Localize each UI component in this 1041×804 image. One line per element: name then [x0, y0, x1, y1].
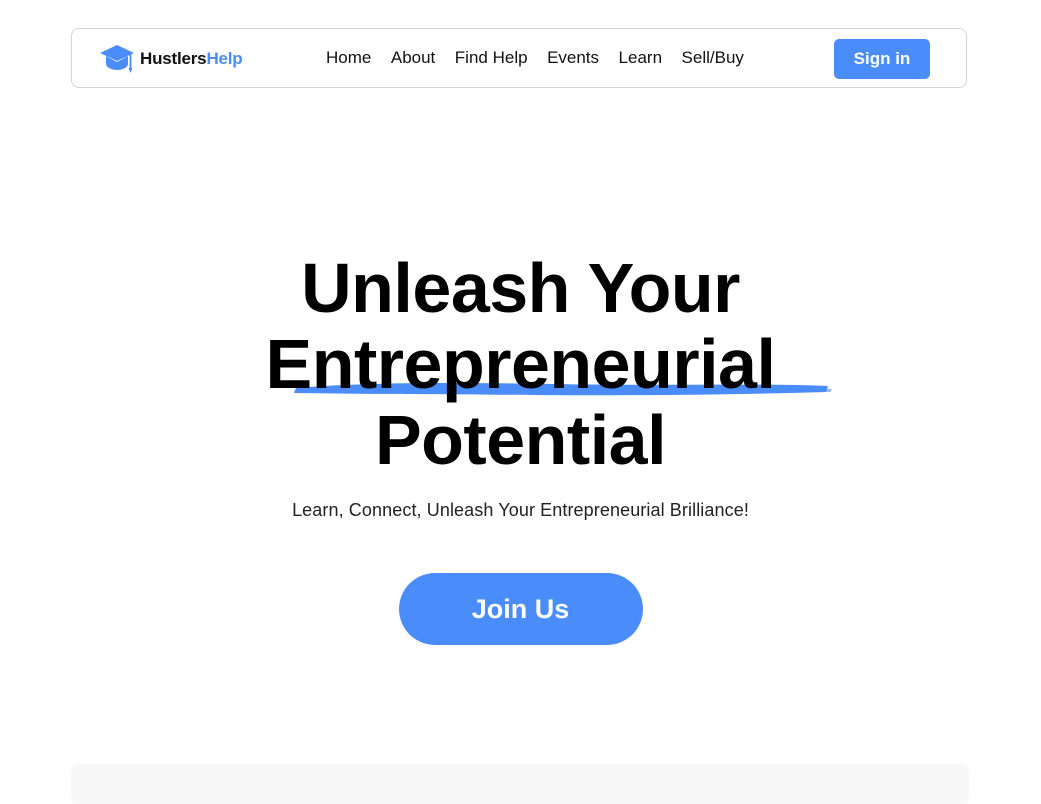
hero-title-line-3: Potential [374, 401, 667, 479]
next-section-panel [71, 764, 969, 804]
hero-title-line-1: Unleash Your [301, 249, 740, 327]
hero-title: Unleash Your Entrepreneurial Potential [0, 250, 1041, 478]
main-nav: Home About Find Help Events Learn Sell/B… [326, 29, 763, 87]
navbar: HustlersHelp Home About Find Help Events… [71, 28, 967, 88]
nav-link-find-help[interactable]: Find Help [455, 48, 528, 68]
hero-title-line-2: Entrepreneurial [265, 325, 776, 403]
brand-name-part-1: Hustlers [140, 49, 207, 68]
hero-section: Unleash Your Entrepreneurial Potential L… [0, 250, 1041, 645]
brand-logo-link[interactable]: HustlersHelp [99, 43, 243, 75]
hero-title-line-2-wrapper: Entrepreneurial [0, 326, 1041, 402]
nav-link-home[interactable]: Home [326, 48, 371, 68]
brand-name-part-2: Help [206, 49, 243, 68]
nav-link-about[interactable]: About [391, 48, 435, 68]
nav-link-sell-buy[interactable]: Sell/Buy [682, 48, 744, 68]
nav-link-events[interactable]: Events [547, 48, 599, 68]
highlight-wrapper: Entrepreneurial [265, 325, 832, 403]
nav-link-learn[interactable]: Learn [619, 48, 662, 68]
join-us-button[interactable]: Join Us [398, 573, 643, 645]
brand-name: HustlersHelp [140, 49, 243, 69]
hero-subtitle: Learn, Connect, Unleash Your Entrepreneu… [292, 500, 749, 520]
sign-in-button[interactable]: Sign in [834, 38, 930, 79]
graduation-cap-icon [100, 45, 134, 73]
